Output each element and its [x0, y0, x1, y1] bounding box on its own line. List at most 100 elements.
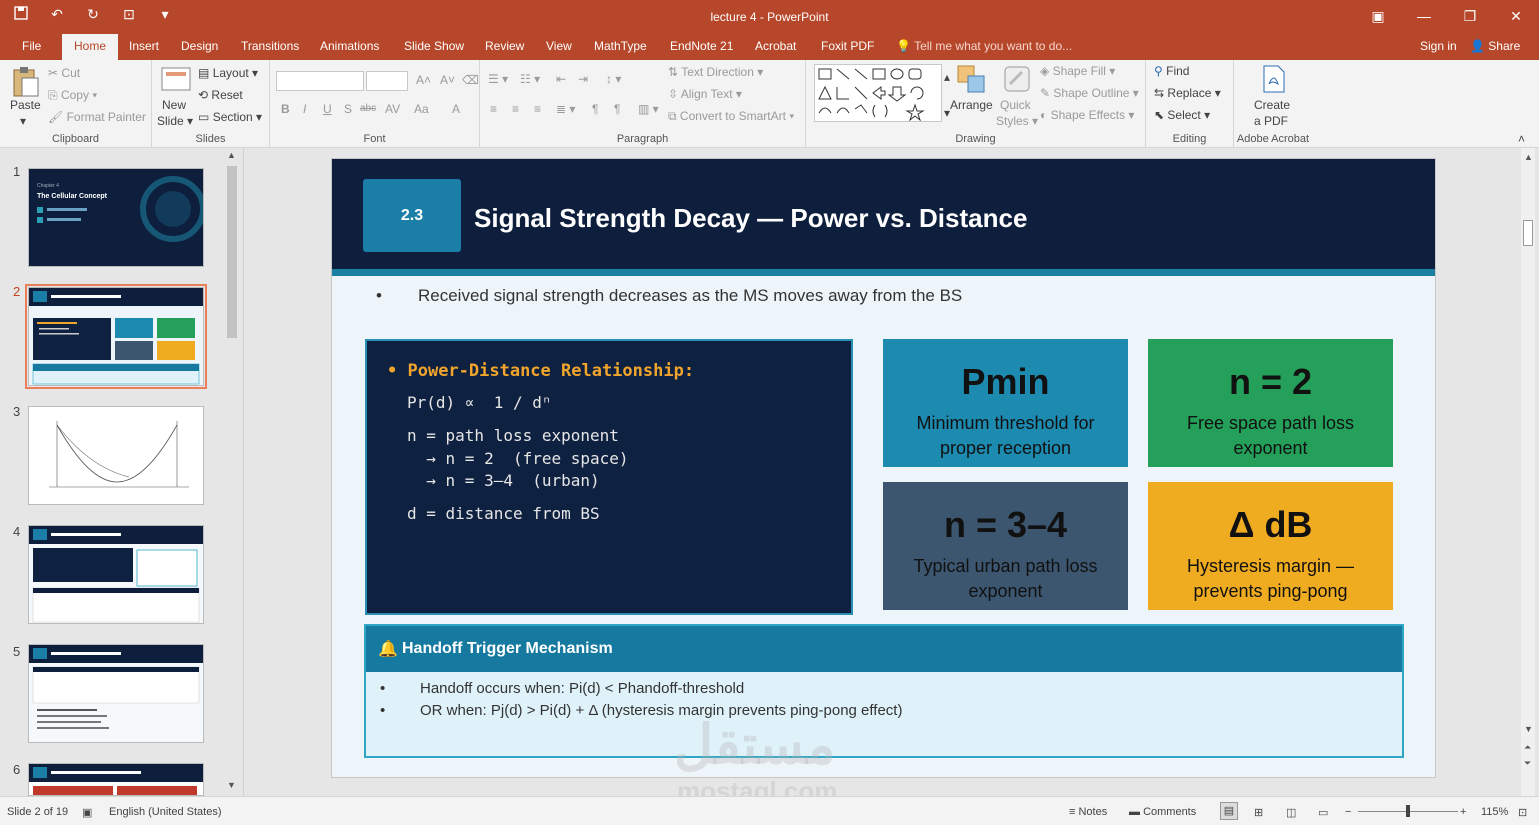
find-button[interactable]: ⚲ Find [1154, 64, 1189, 78]
slide-canvas[interactable]: 2.3 Signal Strength Decay — Power vs. Di… [331, 158, 1436, 778]
minimize-icon[interactable]: — [1401, 0, 1447, 34]
shapes-gallery[interactable] [814, 64, 942, 122]
reset-button[interactable]: ⟲ Reset [198, 88, 243, 102]
shape-fill-button[interactable]: ◈ Shape Fill ▾ [1040, 64, 1115, 78]
zoom-slider-thumb[interactable] [1406, 805, 1410, 817]
restore-icon[interactable]: ❐ [1447, 0, 1493, 34]
new-slide-button[interactable]: New [162, 98, 186, 112]
quick-styles-icon[interactable] [1002, 64, 1032, 94]
thumbnail-slide-6[interactable] [28, 763, 204, 796]
next-slide-icon[interactable]: ⏷ [1524, 758, 1531, 769]
comments-button[interactable]: ▬ Comments [1129, 806, 1196, 818]
tab-animations[interactable]: Animations [320, 39, 379, 53]
tab-transitions[interactable]: Transitions [241, 39, 299, 53]
clear-format-icon[interactable]: ⌫ [462, 73, 479, 87]
scroll-down-icon[interactable]: ▼ [227, 780, 236, 790]
numbering-icon[interactable]: ☷ ▾ [520, 72, 540, 86]
shrink-font-icon[interactable]: A˅ [440, 73, 455, 87]
zoom-level[interactable]: 115% [1481, 806, 1508, 818]
shape-effects-button[interactable]: ◐ Shape Effects ▾ [1040, 108, 1134, 122]
scroll-up-icon[interactable]: ▲ [1524, 152, 1533, 162]
close-icon[interactable]: ✕ [1493, 0, 1539, 34]
tab-home[interactable]: Home [62, 34, 119, 60]
line-spacing-icon[interactable]: ↕ ▾ [606, 72, 621, 86]
indent-increase-icon[interactable]: ⇥ [578, 72, 588, 86]
spell-check-icon[interactable]: ▣ [82, 806, 92, 819]
thumbnail-slide-4[interactable] [28, 525, 204, 624]
slideshow-view-icon[interactable]: ▭ [1318, 806, 1328, 819]
thumbnails-scroll-thumb[interactable] [227, 166, 237, 338]
intro-bullet[interactable]: • Received signal strength decreases as t… [376, 286, 962, 306]
indent-decrease-icon[interactable]: ⇤ [556, 72, 566, 86]
tab-endnote[interactable]: EndNote 21 [670, 39, 733, 53]
scroll-up-icon[interactable]: ▲ [227, 150, 236, 160]
previous-slide-icon[interactable]: ⏶ [1524, 742, 1531, 753]
slide-scrollbar[interactable]: ▲ ▼ ⏶ ⏷ [1521, 148, 1535, 796]
slide-scroll-thumb[interactable] [1523, 220, 1533, 246]
zoom-in-icon[interactable]: + [1460, 806, 1466, 818]
shape-outline-button[interactable]: ✎ Shape Outline ▾ [1040, 86, 1139, 100]
create-pdf-label2[interactable]: a PDF [1254, 114, 1288, 128]
create-pdf-icon[interactable] [1260, 64, 1290, 94]
grow-font-icon[interactable]: A˄ [416, 73, 431, 87]
notes-button[interactable]: ≡ Notes [1069, 806, 1107, 818]
share-button[interactable]: 👤 Share [1470, 39, 1520, 53]
shadow-button[interactable]: S [344, 102, 352, 116]
tab-slide-show[interactable]: Slide Show [404, 39, 464, 53]
rtl-icon[interactable]: ¶ [592, 102, 598, 116]
format-painter-button[interactable]: 🖌 Format Painter [48, 110, 146, 124]
tab-view[interactable]: View [546, 39, 572, 53]
layout-button[interactable]: ▤ Layout ▾ [198, 66, 258, 80]
tab-review[interactable]: Review [485, 39, 524, 53]
ltr-icon[interactable]: ¶ [614, 102, 620, 116]
shapes-scroll-icon[interactable]: ▴ [944, 70, 950, 84]
handoff-trigger-box[interactable]: 🔔 Handoff Trigger Mechanism • Handoff oc… [364, 624, 1404, 758]
card-pmin[interactable]: Pmin Minimum threshold for proper recept… [883, 339, 1128, 467]
change-case-button[interactable]: Aa [414, 102, 429, 116]
paste-dropdown-icon[interactable]: ▾ [20, 114, 26, 128]
language-indicator[interactable]: English (United States) [109, 806, 222, 818]
align-center-icon[interactable]: ≡ [512, 102, 519, 116]
select-button[interactable]: ⬉ Select ▾ [1154, 108, 1210, 122]
paste-icon[interactable] [10, 66, 40, 97]
slide-title[interactable]: Signal Strength Decay — Power vs. Distan… [474, 203, 1027, 234]
italic-button[interactable]: I [303, 102, 306, 116]
scroll-down-icon[interactable]: ▼ [1524, 724, 1533, 734]
thumbnails-scrollbar[interactable]: ▲ ▼ [225, 148, 239, 796]
power-distance-code-box[interactable]: • Power-Distance Relationship: Pr(d) ∝ 1… [365, 339, 853, 615]
quick-styles-label2[interactable]: Styles ▾ [996, 114, 1038, 128]
tell-me-search[interactable]: 💡 Tell me what you want to do... [896, 39, 1072, 53]
sign-in-link[interactable]: Sign in [1420, 39, 1457, 53]
zoom-out-icon[interactable]: − [1345, 806, 1351, 818]
tab-insert[interactable]: Insert [129, 39, 159, 53]
quick-styles-button[interactable]: Quick [1000, 98, 1031, 112]
card-free-space[interactable]: n = 2 Free space path loss exponent [1148, 339, 1393, 467]
convert-smartart-button[interactable]: ⧉ Convert to SmartArt ▾ [668, 109, 794, 124]
font-name-field[interactable] [276, 71, 364, 91]
ribbon-display-icon[interactable]: ▣ [1355, 0, 1401, 34]
create-pdf-button[interactable]: Create [1254, 98, 1290, 112]
align-right-icon[interactable]: ≡ [534, 102, 541, 116]
tab-foxit[interactable]: Foxit PDF [821, 39, 874, 53]
section-button[interactable]: ▭ Section ▾ [198, 110, 262, 124]
tab-design[interactable]: Design [181, 39, 218, 53]
tab-file[interactable]: File [22, 39, 41, 53]
cut-button[interactable]: ✂ Cut [48, 66, 80, 80]
tab-mathtype[interactable]: MathType [594, 39, 647, 53]
font-size-field[interactable] [366, 71, 408, 91]
thumbnail-slide-2[interactable] [25, 284, 207, 389]
slide-sorter-icon[interactable]: ⊞ [1254, 806, 1263, 819]
paste-button[interactable]: Paste [10, 98, 41, 112]
tab-acrobat[interactable]: Acrobat [755, 39, 796, 53]
columns-icon[interactable]: ▥ ▾ [638, 102, 659, 116]
copy-button[interactable]: ⎘ Copy ▾ [48, 88, 97, 103]
align-left-icon[interactable]: ≡ [490, 102, 497, 116]
thumbnail-slide-3[interactable] [28, 406, 204, 505]
new-slide-label2[interactable]: Slide ▾ [157, 114, 193, 128]
reading-view-icon[interactable]: ◫ [1286, 806, 1296, 819]
arrange-button[interactable]: Arrange [950, 98, 993, 112]
collapse-ribbon-icon[interactable]: ˄ [1518, 132, 1525, 146]
thumbnail-slide-1[interactable]: Chapter 4 The Cellular Concept [28, 168, 204, 267]
font-color-button[interactable]: A [452, 102, 460, 116]
normal-view-icon[interactable]: ▤ [1220, 802, 1238, 820]
